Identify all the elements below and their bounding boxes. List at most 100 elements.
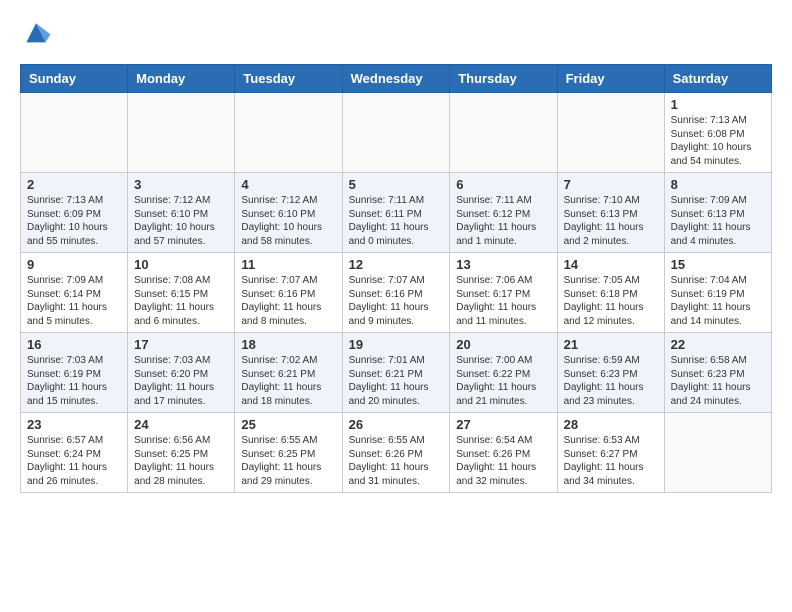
calendar-week-row: 9 Sunrise: 7:09 AM Sunset: 6:14 PM Daylig… [21, 253, 772, 333]
day-info: Sunrise: 7:08 AM Sunset: 6:15 PM Dayligh… [134, 274, 228, 328]
day-number: 6 [456, 177, 550, 192]
calendar-day-cell [342, 93, 450, 173]
day-info: Sunrise: 6:55 AM Sunset: 6:26 PM Dayligh… [349, 434, 444, 488]
calendar-week-row: 1 Sunrise: 7:13 AM Sunset: 6:08 PM Daylig… [21, 93, 772, 173]
calendar-day-cell: 5 Sunrise: 7:11 AM Sunset: 6:11 PM Daylig… [342, 173, 450, 253]
calendar-day-cell: 11 Sunrise: 7:07 AM Sunset: 6:16 PM Dayli… [235, 253, 342, 333]
calendar-day-cell: 4Sunrise: 7:12 AM Sunset: 6:10 PM Daylig… [235, 173, 342, 253]
day-number: 14 [564, 257, 658, 272]
day-number: 1 [671, 97, 765, 112]
weekday-header-monday: Monday [128, 65, 235, 93]
weekday-header-tuesday: Tuesday [235, 65, 342, 93]
calendar-day-cell: 3 Sunrise: 7:12 AM Sunset: 6:10 PM Daylig… [128, 173, 235, 253]
day-info: Sunrise: 6:54 AM Sunset: 6:26 PM Dayligh… [456, 434, 550, 488]
calendar-day-cell: 18 Sunrise: 7:02 AM Sunset: 6:21 PM Dayli… [235, 333, 342, 413]
calendar-table: SundayMondayTuesdayWednesdayThursdayFrid… [20, 64, 772, 493]
day-number: 10 [134, 257, 228, 272]
day-info: Sunrise: 7:09 AM Sunset: 6:13 PM Dayligh… [671, 194, 765, 248]
day-number: 2 [27, 177, 121, 192]
day-number: 11 [241, 257, 335, 272]
calendar-day-cell: 24Sunrise: 6:56 AM Sunset: 6:25 PM Dayli… [128, 413, 235, 493]
calendar-day-cell [235, 93, 342, 173]
calendar-day-cell: 12 Sunrise: 7:07 AM Sunset: 6:16 PM Dayli… [342, 253, 450, 333]
weekday-header-friday: Friday [557, 65, 664, 93]
calendar-day-cell [557, 93, 664, 173]
day-number: 4 [241, 177, 335, 192]
calendar-day-cell: 7Sunrise: 7:10 AM Sunset: 6:13 PM Daylig… [557, 173, 664, 253]
weekday-header-sunday: Sunday [21, 65, 128, 93]
day-number: 18 [241, 337, 335, 352]
calendar-day-cell: 13Sunrise: 7:06 AM Sunset: 6:17 PM Dayli… [450, 253, 557, 333]
day-info: Sunrise: 7:13 AM Sunset: 6:09 PM Dayligh… [27, 194, 121, 248]
calendar-day-cell: 20 Sunrise: 7:00 AM Sunset: 6:22 PM Dayli… [450, 333, 557, 413]
calendar-day-cell: 9 Sunrise: 7:09 AM Sunset: 6:14 PM Daylig… [21, 253, 128, 333]
calendar-day-cell: 2 Sunrise: 7:13 AM Sunset: 6:09 PM Daylig… [21, 173, 128, 253]
day-info: Sunrise: 7:11 AM Sunset: 6:12 PM Dayligh… [456, 194, 550, 248]
day-info: Sunrise: 7:13 AM Sunset: 6:08 PM Dayligh… [671, 114, 765, 168]
day-number: 27 [456, 417, 550, 432]
calendar-day-cell: 10 Sunrise: 7:08 AM Sunset: 6:15 PM Dayli… [128, 253, 235, 333]
day-number: 20 [456, 337, 550, 352]
calendar-day-cell [450, 93, 557, 173]
calendar-day-cell: 21 Sunrise: 6:59 AM Sunset: 6:23 PM Dayli… [557, 333, 664, 413]
day-info: Sunrise: 7:04 AM Sunset: 6:19 PM Dayligh… [671, 274, 765, 328]
day-info: Sunrise: 7:02 AM Sunset: 6:21 PM Dayligh… [241, 354, 335, 408]
calendar-day-cell: 14 Sunrise: 7:05 AM Sunset: 6:18 PM Dayli… [557, 253, 664, 333]
calendar-day-cell [128, 93, 235, 173]
calendar-day-cell: 27 Sunrise: 6:54 AM Sunset: 6:26 PM Dayli… [450, 413, 557, 493]
day-info: Sunrise: 7:00 AM Sunset: 6:22 PM Dayligh… [456, 354, 550, 408]
day-number: 7 [564, 177, 658, 192]
calendar-day-cell: 19 Sunrise: 7:01 AM Sunset: 6:21 PM Dayli… [342, 333, 450, 413]
day-info: Sunrise: 7:03 AM Sunset: 6:19 PM Dayligh… [27, 354, 121, 408]
calendar-day-cell: 22 Sunrise: 6:58 AM Sunset: 6:23 PM Dayli… [664, 333, 771, 413]
day-number: 23 [27, 417, 121, 432]
day-number: 24 [134, 417, 228, 432]
day-number: 12 [349, 257, 444, 272]
calendar-day-cell [664, 413, 771, 493]
day-number: 25 [241, 417, 335, 432]
calendar-day-cell: 23 Sunrise: 6:57 AM Sunset: 6:24 PM Dayli… [21, 413, 128, 493]
calendar-day-cell: 25 Sunrise: 6:55 AM Sunset: 6:25 PM Dayli… [235, 413, 342, 493]
weekday-header-wednesday: Wednesday [342, 65, 450, 93]
calendar-day-cell: 6 Sunrise: 7:11 AM Sunset: 6:12 PM Daylig… [450, 173, 557, 253]
day-number: 3 [134, 177, 228, 192]
day-info: Sunrise: 7:05 AM Sunset: 6:18 PM Dayligh… [564, 274, 658, 328]
day-info: Sunrise: 7:01 AM Sunset: 6:21 PM Dayligh… [349, 354, 444, 408]
day-info: Sunrise: 6:59 AM Sunset: 6:23 PM Dayligh… [564, 354, 658, 408]
day-info: Sunrise: 7:09 AM Sunset: 6:14 PM Dayligh… [27, 274, 121, 328]
day-number: 5 [349, 177, 444, 192]
calendar-day-cell: 16 Sunrise: 7:03 AM Sunset: 6:19 PM Dayli… [21, 333, 128, 413]
weekday-header-saturday: Saturday [664, 65, 771, 93]
day-number: 19 [349, 337, 444, 352]
calendar-week-row: 2 Sunrise: 7:13 AM Sunset: 6:09 PM Daylig… [21, 173, 772, 253]
calendar-day-cell [21, 93, 128, 173]
day-number: 16 [27, 337, 121, 352]
day-info: Sunrise: 6:58 AM Sunset: 6:23 PM Dayligh… [671, 354, 765, 408]
calendar-day-cell: 8 Sunrise: 7:09 AM Sunset: 6:13 PM Daylig… [664, 173, 771, 253]
day-number: 15 [671, 257, 765, 272]
calendar-day-cell: 17 Sunrise: 7:03 AM Sunset: 6:20 PM Dayli… [128, 333, 235, 413]
page-header [20, 20, 772, 48]
day-info: Sunrise: 6:55 AM Sunset: 6:25 PM Dayligh… [241, 434, 335, 488]
day-number: 9 [27, 257, 121, 272]
day-info: Sunrise: 7:12 AM Sunset: 6:10 PM Dayligh… [134, 194, 228, 248]
calendar-day-cell: 26Sunrise: 6:55 AM Sunset: 6:26 PM Dayli… [342, 413, 450, 493]
day-number: 8 [671, 177, 765, 192]
day-info: Sunrise: 7:11 AM Sunset: 6:11 PM Dayligh… [349, 194, 444, 248]
day-number: 22 [671, 337, 765, 352]
calendar-day-cell: 28Sunrise: 6:53 AM Sunset: 6:27 PM Dayli… [557, 413, 664, 493]
weekday-header-row: SundayMondayTuesdayWednesdayThursdayFrid… [21, 65, 772, 93]
day-info: Sunrise: 7:07 AM Sunset: 6:16 PM Dayligh… [349, 274, 444, 328]
day-number: 28 [564, 417, 658, 432]
day-info: Sunrise: 6:57 AM Sunset: 6:24 PM Dayligh… [27, 434, 121, 488]
logo-icon [20, 20, 52, 48]
day-info: Sunrise: 7:03 AM Sunset: 6:20 PM Dayligh… [134, 354, 228, 408]
calendar-day-cell: 1 Sunrise: 7:13 AM Sunset: 6:08 PM Daylig… [664, 93, 771, 173]
day-number: 17 [134, 337, 228, 352]
day-number: 13 [456, 257, 550, 272]
day-number: 21 [564, 337, 658, 352]
day-info: Sunrise: 7:07 AM Sunset: 6:16 PM Dayligh… [241, 274, 335, 328]
calendar-day-cell: 15 Sunrise: 7:04 AM Sunset: 6:19 PM Dayli… [664, 253, 771, 333]
calendar-week-row: 23 Sunrise: 6:57 AM Sunset: 6:24 PM Dayli… [21, 413, 772, 493]
calendar-week-row: 16 Sunrise: 7:03 AM Sunset: 6:19 PM Dayli… [21, 333, 772, 413]
